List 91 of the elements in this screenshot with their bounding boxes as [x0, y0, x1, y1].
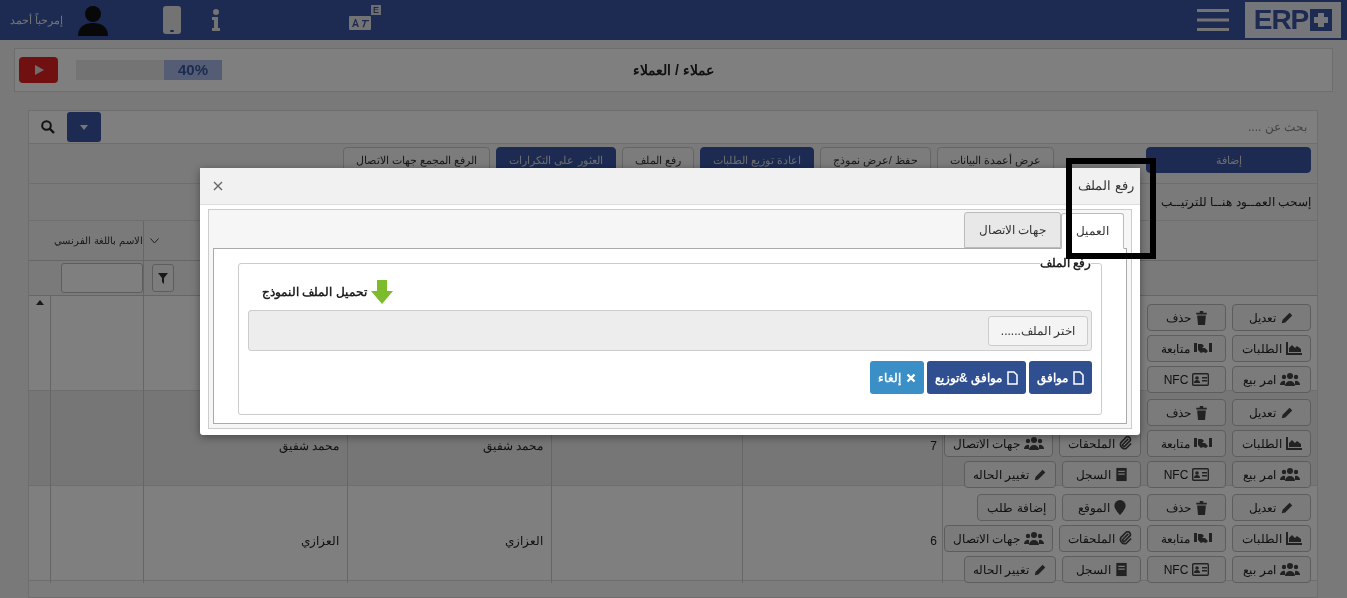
filter-field[interactable] — [61, 263, 143, 293]
scroll-up-arrow-icon[interactable] — [35, 300, 44, 305]
filter-button[interactable] — [152, 264, 174, 292]
row-action-button[interactable]: متابعة — [1147, 335, 1226, 362]
table-cell-text: 7 — [930, 437, 937, 455]
info-icon[interactable] — [211, 9, 222, 31]
table-cell-text: محمد شفيق — [278, 437, 339, 455]
erp-logo[interactable]: ERP — [1245, 2, 1341, 38]
row-action-button[interactable]: متابعة — [1147, 430, 1226, 457]
dialog-button[interactable]: موافق — [1029, 361, 1092, 394]
row-action-button[interactable]: امر بيع — [1232, 366, 1311, 393]
id-card-icon — [1192, 468, 1210, 481]
dialog-button[interactable]: موافق &توزيع — [927, 361, 1026, 394]
file-input[interactable]: اختر الملف...... — [248, 310, 1092, 351]
dialog-tab[interactable]: جهات الاتصال — [963, 212, 1061, 248]
caret-icon — [80, 124, 88, 130]
column-header[interactable]: الاسم باللغة الفرنسي — [54, 233, 143, 248]
dropdown-button[interactable] — [67, 112, 101, 142]
trash-icon — [1194, 500, 1208, 515]
row-action-button[interactable]: الملحقات — [1059, 525, 1141, 552]
trash-icon — [1194, 310, 1208, 325]
id-card-icon — [1192, 563, 1210, 576]
row-action-button[interactable]: السجل — [1062, 556, 1141, 583]
video-button[interactable] — [19, 57, 58, 83]
menu-icon[interactable] — [1197, 8, 1229, 32]
toolbar-button[interactable]: إضافة — [1146, 147, 1311, 173]
people-icon — [1279, 563, 1300, 576]
row-action-button[interactable]: حذف — [1147, 494, 1226, 521]
row-action-button[interactable]: تغيير الحاله — [963, 461, 1056, 488]
drag-hint: إسحب العمــود هنــا للترتيــب — [1161, 194, 1311, 211]
row-action-button[interactable]: تعديل — [1232, 399, 1311, 426]
greeting-text: إمرحباً أحمد — [10, 12, 64, 29]
book-icon — [1114, 562, 1128, 577]
map-pin-icon — [1113, 500, 1126, 515]
chevron-down-icon[interactable] — [150, 237, 159, 244]
people-icon — [1279, 468, 1300, 481]
close-icon — [213, 181, 223, 191]
dialog-tab[interactable]: العميل — [1061, 213, 1124, 249]
row-action-button[interactable]: الطلبات — [1232, 430, 1311, 457]
table-cell-text: 6 — [930, 532, 937, 550]
row-action-button[interactable]: الطلبات — [1232, 335, 1311, 362]
pencil-icon — [1280, 500, 1294, 515]
row-action-button[interactable]: تغيير الحاله — [963, 556, 1056, 583]
paperclip-icon — [1119, 436, 1132, 451]
filter-icon — [158, 272, 168, 284]
area-chart-icon — [1285, 342, 1302, 355]
download-arrow-icon — [370, 280, 393, 304]
area-chart-icon — [1285, 437, 1302, 450]
table-cell-text: محمد شفيق — [482, 437, 543, 455]
language-badge: E — [371, 5, 382, 15]
row-action-button[interactable]: امر بيع — [1232, 556, 1311, 583]
id-card-icon — [1192, 373, 1210, 386]
people-icon — [1024, 437, 1044, 450]
row-action-button[interactable]: إضافة طلب — [977, 494, 1056, 521]
trash-icon — [1194, 405, 1208, 420]
people-icon — [1024, 532, 1044, 545]
dialog-button[interactable]: إلغاء — [870, 361, 924, 394]
pencil-icon — [1280, 405, 1294, 420]
row-action-button[interactable]: السجل — [1062, 461, 1141, 488]
table-cell-text: العزازي — [505, 532, 543, 550]
row-action-button[interactable]: الطلبات — [1232, 525, 1311, 552]
pencil-icon — [1033, 467, 1047, 482]
table-cell-text: العزازي — [301, 532, 339, 550]
pencil-icon — [1280, 310, 1294, 325]
document-icon — [1073, 370, 1084, 385]
download-template-link[interactable]: تحميل الملف النموذج — [262, 280, 393, 304]
document-icon — [1007, 370, 1018, 385]
play-icon — [33, 65, 44, 75]
row-action-button[interactable]: الموقع — [1062, 494, 1141, 521]
choose-file-button[interactable]: اختر الملف...... — [988, 315, 1088, 346]
row-action-button[interactable]: تعديل — [1232, 494, 1311, 521]
area-chart-icon — [1285, 532, 1302, 545]
row-action-button[interactable]: NFC — [1147, 461, 1226, 488]
row-action-button[interactable]: جهات الاتصال — [943, 525, 1053, 552]
search-icon — [41, 120, 55, 134]
row-action-button[interactable]: تعديل — [1232, 304, 1311, 331]
dialog-title: رفع الملف — [1078, 177, 1134, 196]
close-icon — [906, 372, 916, 383]
paperclip-icon — [1119, 531, 1132, 546]
translate-icon[interactable] — [349, 16, 372, 30]
page-title: عملاء / العملاء — [633, 60, 714, 80]
row-action-button[interactable]: حذف — [1147, 399, 1226, 426]
row-action-button[interactable]: NFC — [1147, 556, 1226, 583]
row-action-button[interactable]: متابعة — [1147, 525, 1226, 552]
pencil-icon — [1033, 562, 1047, 577]
row-action-button[interactable]: NFC — [1147, 366, 1226, 393]
people-icon — [1279, 373, 1300, 386]
book-icon — [1114, 467, 1128, 482]
row-action-button[interactable]: حذف — [1147, 304, 1226, 331]
mobile-phone-icon[interactable] — [163, 6, 182, 34]
row-action-button[interactable]: امر بيع — [1232, 461, 1311, 488]
